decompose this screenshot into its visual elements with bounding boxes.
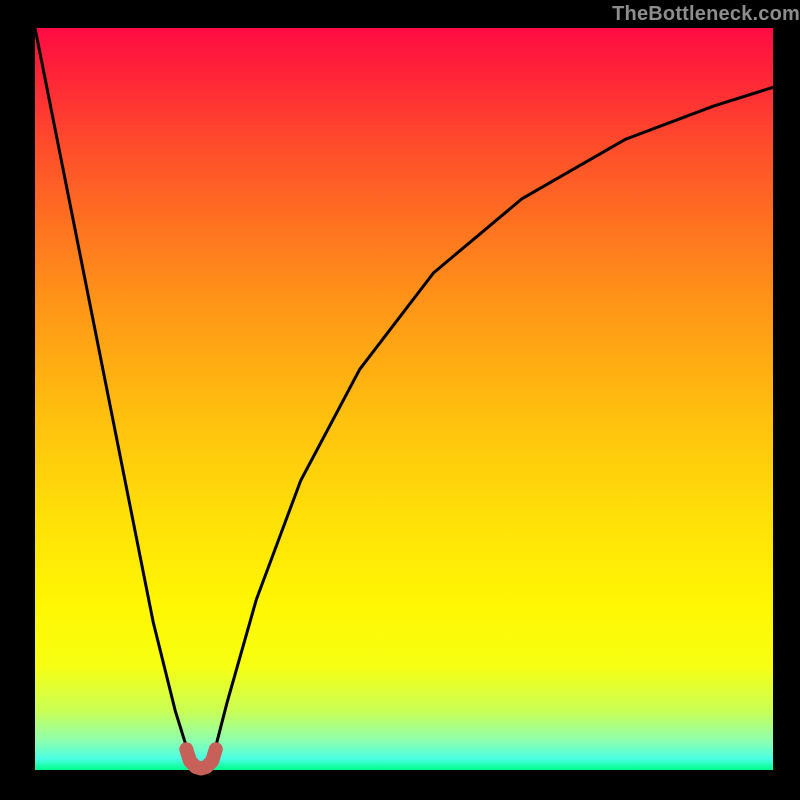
plot-area — [35, 28, 773, 770]
canvas-frame: TheBottleneck.com — [0, 0, 800, 800]
watermark-text: TheBottleneck.com — [612, 3, 800, 26]
